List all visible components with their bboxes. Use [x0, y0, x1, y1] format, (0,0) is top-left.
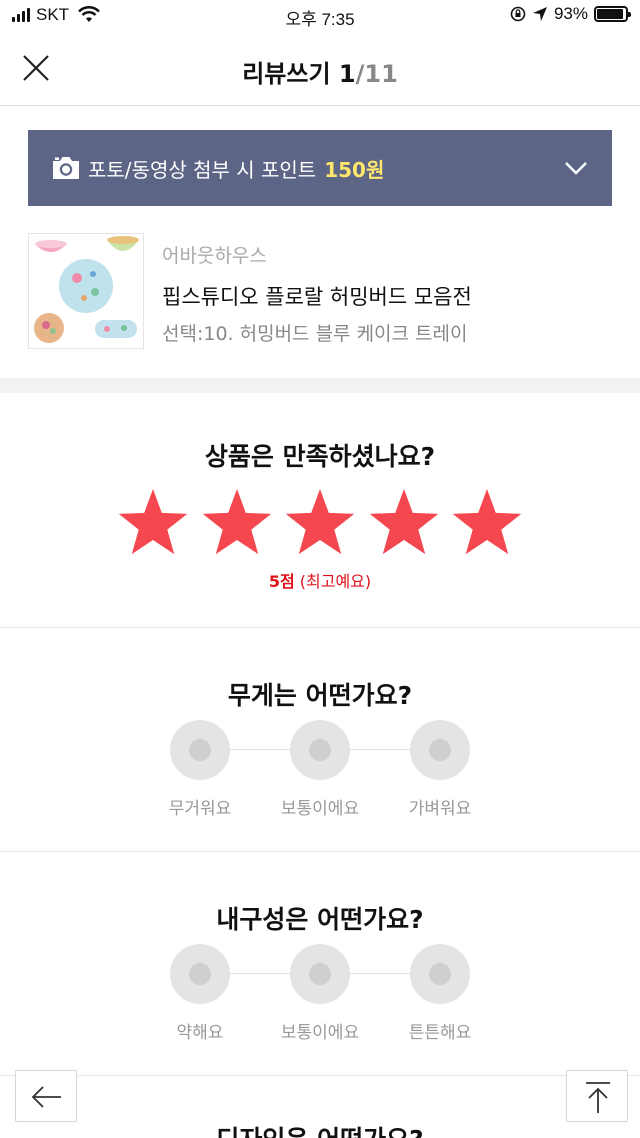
score-description: (최고예요) — [299, 572, 372, 591]
durability-options: 약해요 보통이에요 튼튼해요 — [140, 944, 500, 1054]
step-total: /11 — [355, 60, 398, 88]
radio-button[interactable] — [410, 944, 470, 1004]
star-4-icon[interactable] — [367, 486, 441, 560]
title-text: 리뷰쓰기 — [242, 60, 331, 88]
section-divider — [0, 378, 640, 393]
option-label: 약해요 — [176, 1023, 224, 1043]
product-brand: 어바웃하우스 — [162, 245, 267, 267]
option-label: 무거워요 — [168, 799, 232, 819]
rotation-lock-icon — [510, 6, 526, 22]
rating-question: 상품은 만족하셨나요? — [204, 442, 436, 471]
option-label: 보통이에요 — [280, 1023, 360, 1043]
score-value: 5점 — [268, 572, 295, 591]
divider — [0, 1075, 640, 1076]
location-icon — [532, 7, 547, 21]
product-thumbnail — [28, 233, 144, 349]
durability-question: 내구성은 어떤가요? — [216, 905, 424, 934]
radio-button[interactable] — [290, 944, 350, 1004]
rating-score: 5점 (최고예요) — [0, 568, 640, 592]
battery-percent: 93% — [553, 4, 588, 23]
star-1-icon[interactable] — [116, 486, 190, 560]
arrow-up-icon — [586, 1082, 610, 1113]
star-3-icon[interactable] — [283, 486, 357, 560]
product-info: 어바웃하우스 핍스튜디오 플로랄 허밍버드 모음전 선택:10. 허밍버드 블루… — [28, 233, 612, 351]
star-2-icon[interactable] — [200, 486, 274, 560]
radio-button[interactable] — [170, 944, 230, 1004]
banner-text: 포토/동영상 첨부 시 포인트 — [88, 157, 317, 182]
weight-options: 무거워요 보통이에요 가벼워요 — [140, 720, 500, 830]
divider — [0, 627, 640, 628]
design-question: 디자인은 어떤가요? — [0, 1120, 640, 1138]
weight-option-normal[interactable]: 보통이에요 — [260, 720, 380, 819]
star-rating — [116, 486, 524, 562]
durability-option-strong[interactable]: 튼튼해요 — [380, 944, 500, 1043]
status-right: 93% — [510, 4, 631, 24]
weight-option-light[interactable]: 가벼워요 — [380, 720, 500, 819]
battery-icon — [594, 6, 631, 22]
banner-points: 150원 — [324, 157, 385, 182]
option-label: 가벼워요 — [408, 799, 472, 819]
weight-option-heavy[interactable]: 무거워요 — [140, 720, 260, 819]
page-title: 리뷰쓰기 1/11 — [0, 54, 640, 89]
star-5-icon[interactable] — [450, 486, 524, 560]
radio-button[interactable] — [290, 720, 350, 780]
arrow-left-icon — [31, 1086, 61, 1108]
scroll-top-button[interactable] — [566, 1070, 628, 1122]
header: 리뷰쓰기 1/11 — [0, 34, 640, 106]
durability-option-normal[interactable]: 보통이에요 — [260, 944, 380, 1043]
radio-button[interactable] — [170, 720, 230, 780]
status-bar: SKT 오후 7:35 93% — [0, 0, 640, 34]
chevron-down-icon[interactable] — [562, 154, 590, 182]
product-image — [29, 234, 143, 348]
option-label: 튼튼해요 — [408, 1023, 472, 1043]
photo-points-banner[interactable]: 포토/동영상 첨부 시 포인트 150원 — [28, 130, 612, 206]
weight-question: 무게는 어떤가요? — [227, 681, 413, 710]
divider — [0, 851, 640, 852]
product-option: 선택:10. 허밍버드 블루 케이크 트레이 — [162, 323, 468, 345]
product-name: 핍스튜디오 플로랄 허밍버드 모음전 — [162, 285, 472, 309]
radio-button[interactable] — [410, 720, 470, 780]
back-button[interactable] — [15, 1070, 77, 1122]
durability-option-weak[interactable]: 약해요 — [140, 944, 260, 1043]
camera-icon — [53, 157, 79, 179]
option-label: 보통이에요 — [280, 799, 360, 819]
step-current: 1 — [338, 60, 356, 88]
